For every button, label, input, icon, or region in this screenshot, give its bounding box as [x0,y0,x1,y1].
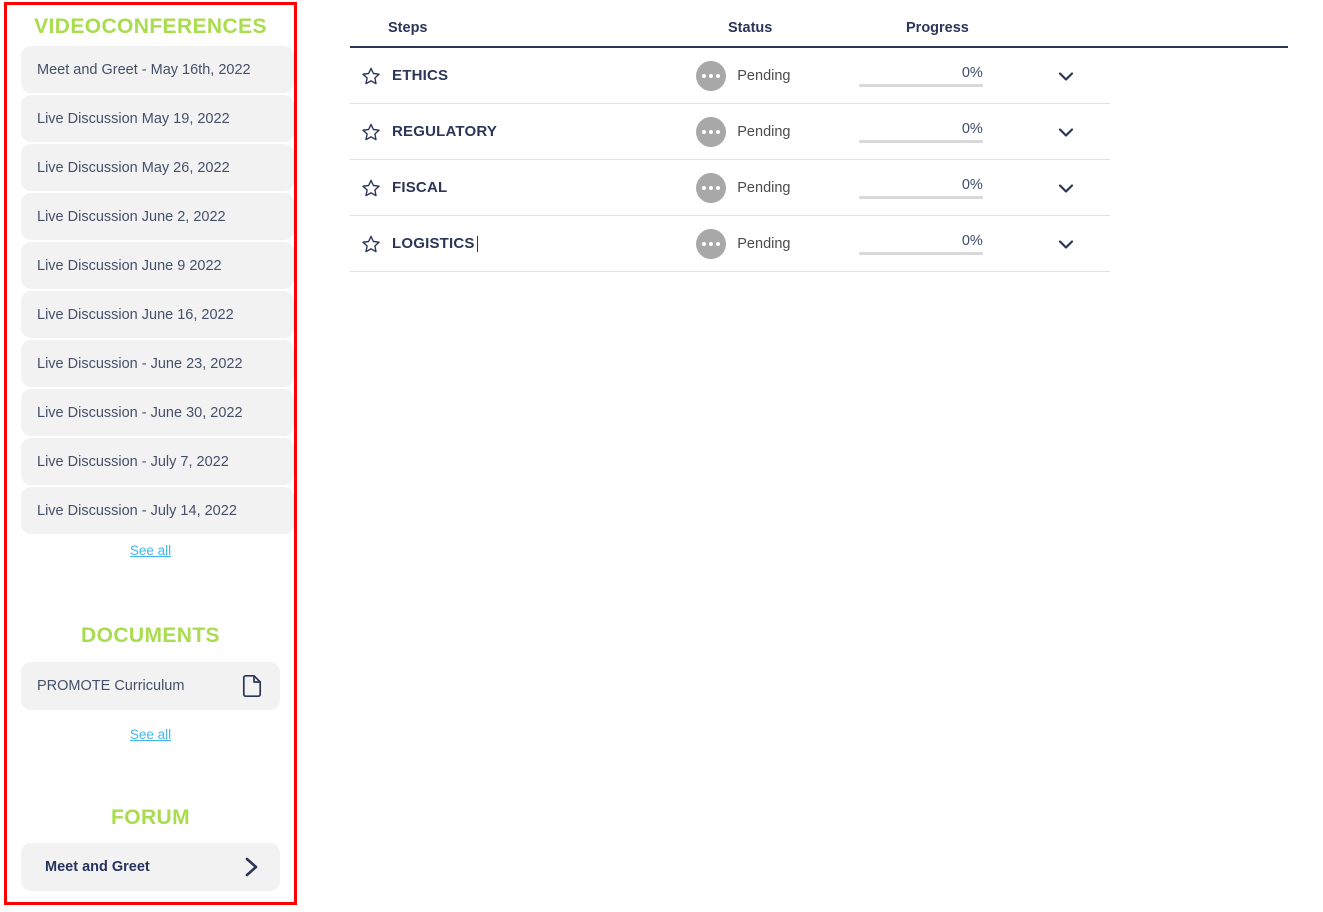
column-header-steps: Steps [388,20,428,36]
chevron-down-icon[interactable] [1055,177,1077,199]
documents-see-all-wrap: See all [7,710,294,744]
documents-list: PROMOTE Curriculum [7,662,294,710]
list-item[interactable]: Meet and Greet [21,843,280,891]
progress-cell[interactable]: 0% [858,48,1055,103]
documents-heading: DOCUMENTS [81,624,220,647]
progress-percent: 0% [961,177,983,193]
table-header-row: Steps Status Progress [350,0,1288,48]
step-cell: FISCAL [350,160,696,215]
table-row[interactable]: REGULATORY Pending 0% [350,104,1110,160]
list-item[interactable]: Meet and Greet - May 16th, 2022 [21,46,294,93]
progress-bar[interactable] [858,252,983,255]
progress-bar[interactable] [858,140,983,143]
column-header-expand [1121,36,1181,46]
see-all-link-videoconferences[interactable]: See all [130,543,171,558]
list-item[interactable]: Live Discussion - June 30, 2022 [21,389,294,436]
videoconference-title: Live Discussion May 19, 2022 [37,110,230,127]
step-name: ETHICS [392,67,449,84]
status-cell: Pending [696,216,859,271]
expand-cell [1055,160,1110,215]
videoconference-title: Live Discussion May 26, 2022 [37,159,230,176]
step-cell: ETHICS [350,48,696,103]
status-badge: Pending [737,179,791,196]
column-header-progress: Progress [906,20,969,36]
progress-percent: 0% [961,233,983,249]
star-icon[interactable] [362,123,380,141]
videoconference-title: Live Discussion - July 7, 2022 [37,453,229,470]
list-item[interactable]: Live Discussion June 16, 2022 [21,291,294,338]
ellipsis-circle-icon [696,228,727,259]
videoconference-title: Live Discussion - June 23, 2022 [37,355,243,372]
progress-cell[interactable]: 0% [858,160,1055,215]
videoconference-title: Live Discussion June 9 2022 [37,257,222,274]
table-row[interactable]: LOGISTICS Pending 0% [350,216,1110,272]
table-row[interactable]: ETHICS Pending 0% [350,48,1110,104]
table-row[interactable]: FISCAL Pending 0% [350,160,1110,216]
progress-cell[interactable]: 0% [858,216,1055,271]
progress-bar[interactable] [858,196,983,199]
list-item[interactable]: Live Discussion - June 23, 2022 [21,340,294,387]
step-cell: LOGISTICS [350,216,696,271]
see-all-link-documents[interactable]: See all [130,727,171,742]
progress-bar[interactable] [858,84,983,87]
videoconference-title: Live Discussion - June 30, 2022 [37,404,243,421]
status-badge: Pending [737,67,791,84]
videoconferences-see-all-wrap: See all [7,536,294,560]
forum-topic-title: Meet and Greet [45,859,150,875]
ellipsis-circle-icon [696,60,727,91]
status-cell: Pending [696,104,859,159]
chevron-right-icon [240,853,262,881]
status-cell: Pending [696,160,859,215]
videoconferences-list: Meet and Greet - May 16th, 2022 Live Dis… [7,46,294,534]
chevron-down-icon[interactable] [1055,65,1077,87]
videoconferences-heading: VIDEOCONFERENCES [34,15,267,38]
star-icon[interactable] [362,235,380,253]
document-icon [242,674,262,698]
expand-cell [1055,216,1110,271]
status-badge: Pending [737,123,791,140]
star-icon[interactable] [362,179,380,197]
ellipsis-circle-icon [696,172,727,203]
expand-cell [1055,48,1110,103]
star-icon[interactable] [362,67,380,85]
steps-table-panel: Steps Status Progress ETHICS Pending 0% [350,0,1310,912]
status-badge: Pending [737,235,791,252]
videoconference-title: Live Discussion June 2, 2022 [37,208,226,225]
videoconference-title: Meet and Greet - May 16th, 2022 [37,61,251,78]
expand-cell [1055,104,1110,159]
forum-heading: FORUM [111,806,190,829]
videoconference-title: Live Discussion - July 14, 2022 [37,502,237,519]
list-item[interactable]: Live Discussion - July 7, 2022 [21,438,294,485]
forum-list: Meet and Greet [7,843,294,891]
chevron-down-icon[interactable] [1055,121,1077,143]
list-item[interactable]: Live Discussion June 9 2022 [21,242,294,289]
document-title: PROMOTE Curriculum [37,678,185,694]
chevron-down-icon[interactable] [1055,233,1077,255]
list-item[interactable]: PROMOTE Curriculum [21,662,280,710]
list-item[interactable]: Live Discussion - July 14, 2022 [21,487,294,534]
status-cell: Pending [696,48,859,103]
videoconference-title: Live Discussion June 16, 2022 [37,306,234,323]
list-item[interactable]: Live Discussion May 26, 2022 [21,144,294,191]
list-item[interactable]: Live Discussion June 2, 2022 [21,193,294,240]
progress-percent: 0% [961,121,983,137]
list-item[interactable]: Live Discussion May 19, 2022 [21,95,294,142]
progress-percent: 0% [961,65,983,81]
step-name-input[interactable]: LOGISTICS [392,235,478,252]
step-cell: REGULATORY [350,104,696,159]
ellipsis-circle-icon [696,116,727,147]
column-header-status: Status [728,20,773,36]
sidebar-highlight-region: VIDEOCONFERENCES Meet and Greet - May 16… [4,2,297,905]
progress-cell[interactable]: 0% [858,104,1055,159]
step-name: FISCAL [392,179,448,196]
step-name: REGULATORY [392,123,498,140]
